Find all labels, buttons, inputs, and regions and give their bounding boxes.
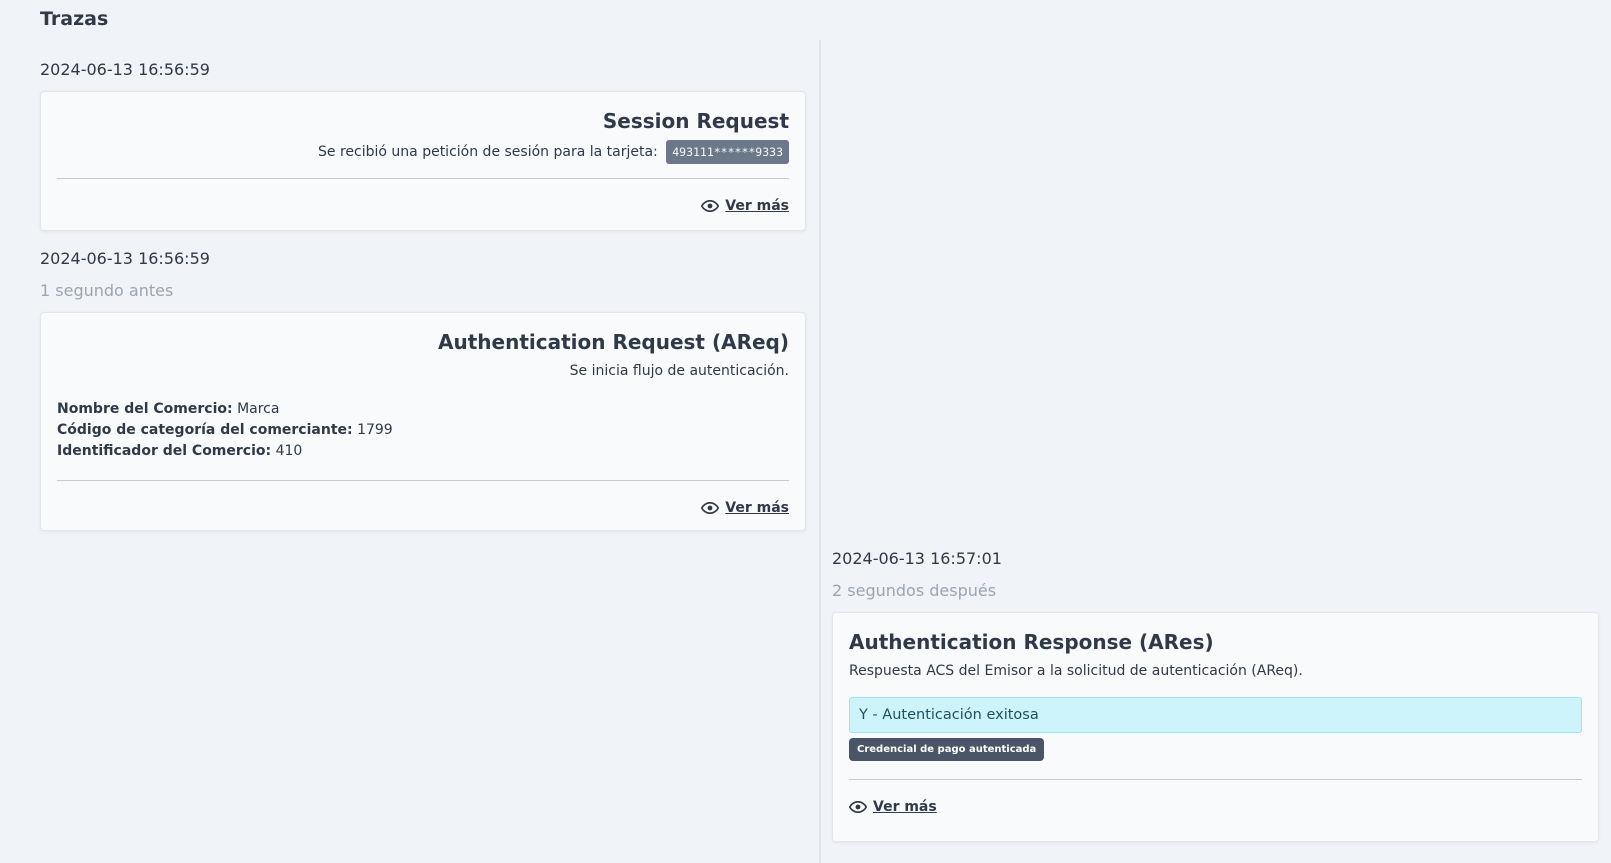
ver-mas-link[interactable]: Ver más — [849, 780, 1582, 834]
card-description-text: Se recibió una petición de sesión para l… — [318, 144, 658, 160]
trace-card-authentication-response: Authentication Response (ARes) Respuesta… — [832, 612, 1599, 842]
card-number-badge: 493111******9333 — [666, 140, 789, 164]
eye-icon — [849, 801, 867, 813]
trace-timestamp: 2024-06-13 16:56:59 — [40, 60, 210, 79]
ver-mas-link[interactable]: Ver más — [57, 481, 789, 535]
field-label: Nombre del Comercio: — [57, 401, 233, 417]
field-label: Código de categoría del comerciante: — [57, 422, 353, 438]
trace-relative-time: 2 segundos después — [832, 581, 997, 600]
merchant-fields: Nombre del Comercio: Marca Código de cat… — [57, 399, 789, 462]
eye-icon — [701, 502, 720, 514]
field-merchant-id: Identificador del Comercio: 410 — [57, 441, 789, 462]
field-value: 410 — [275, 443, 303, 459]
status-badge: Credencial de pago autenticada — [849, 738, 1045, 761]
ver-mas-label: Ver más — [725, 198, 789, 214]
card-description: Respuesta ACS del Emisor a la solicitud … — [849, 663, 1303, 679]
trace-relative-time: 1 segundo antes — [40, 281, 174, 300]
trace-card-session-request: Session Request Se recibió una petición … — [40, 91, 806, 231]
traces-page: Trazas 2024-06-13 16:56:59 Session Reque… — [0, 0, 1611, 863]
card-description: Se recibió una petición de sesión para l… — [57, 140, 789, 164]
ver-mas-label: Ver más — [873, 799, 937, 815]
trace-card-authentication-request: Authentication Request (AReq) Se inicia … — [40, 312, 806, 531]
timeline-divider — [819, 40, 821, 863]
field-merchant-name: Nombre del Comercio: Marca — [57, 399, 789, 420]
field-label: Identificador del Comercio: — [57, 443, 272, 459]
trace-timestamp: 2024-06-13 16:57:01 — [832, 549, 1002, 568]
field-value: Marca — [237, 401, 280, 417]
card-title: Session Request — [602, 109, 789, 133]
eye-icon — [701, 200, 720, 212]
ver-mas-label: Ver más — [725, 500, 789, 516]
ver-mas-link[interactable]: Ver más — [57, 179, 789, 233]
field-merchant-category-code: Código de categoría del comerciante: 179… — [57, 420, 789, 441]
trace-timestamp: 2024-06-13 16:56:59 — [40, 249, 210, 268]
card-title: Authentication Request (AReq) — [438, 330, 789, 354]
status-alert: Y - Autenticación exitosa — [849, 697, 1582, 733]
card-title: Authentication Response (ARes) — [849, 630, 1214, 654]
field-value: 1799 — [357, 422, 393, 438]
card-description: Se inicia flujo de autenticación. — [569, 363, 789, 379]
page-title: Trazas — [40, 8, 109, 30]
